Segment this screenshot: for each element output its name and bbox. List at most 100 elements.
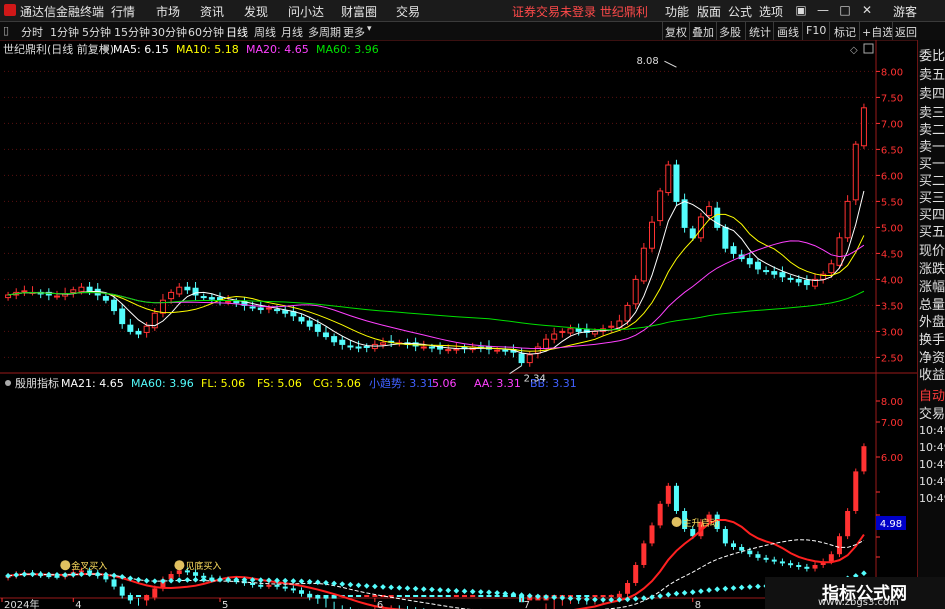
period-60min[interactable]: 60分钟: [188, 24, 224, 40]
sidebar-trade[interactable]: 交易: [919, 403, 945, 422]
sidebar-item-change-pct[interactable]: 涨幅: [919, 276, 945, 295]
candle-body[interactable]: [233, 300, 240, 304]
tool-multi-stock[interactable]: 多股: [719, 24, 741, 40]
candle-body[interactable]: [559, 330, 566, 333]
menu-function[interactable]: 功能: [665, 3, 689, 20]
candle-body[interactable]: [649, 221, 655, 249]
candle-body[interactable]: [722, 226, 729, 249]
candle-body[interactable]: [184, 286, 191, 291]
sidebar-item-change[interactable]: 涨跌: [919, 258, 945, 277]
candle-body[interactable]: [453, 348, 460, 351]
period-multi[interactable]: 多周期: [308, 24, 341, 40]
candle-body[interactable]: [730, 246, 737, 254]
menu-wealth-circle[interactable]: 财富圈: [341, 3, 377, 20]
candle-body[interactable]: [355, 346, 362, 349]
sidebar-item-outer-volume[interactable]: 外盘: [919, 311, 945, 330]
sidebar-item-price[interactable]: 现价: [919, 240, 945, 259]
candle-body[interactable]: [828, 263, 835, 274]
candle-body[interactable]: [298, 316, 305, 322]
kline-chart[interactable]: 8.00 7.50 7.00 6.50 6.00 5.50 5.00 4.50 4.00 3.50…: [0, 40, 917, 609]
candle-body[interactable]: [249, 306, 256, 309]
candle-body[interactable]: [754, 261, 761, 270]
candle-body[interactable]: [673, 164, 680, 202]
menu-layout[interactable]: 版面: [697, 3, 721, 20]
candle-body[interactable]: [111, 299, 118, 312]
candle-body[interactable]: [844, 200, 851, 239]
candle-body[interactable]: [168, 291, 175, 300]
maximize-panel-icon[interactable]: [863, 43, 874, 54]
candle-body[interactable]: [494, 349, 501, 352]
candle-body[interactable]: [608, 325, 615, 328]
tool-f10[interactable]: F10: [806, 24, 826, 37]
candle-body[interactable]: [78, 286, 85, 292]
candle-body[interactable]: [534, 346, 541, 354]
candle-body[interactable]: [53, 295, 60, 298]
candle-body[interactable]: [282, 310, 289, 314]
candle-body[interactable]: [591, 330, 598, 335]
period-1min[interactable]: 1分钟: [50, 24, 79, 40]
tool-overlay[interactable]: 叠加: [692, 24, 714, 40]
sidebar-item-ask5[interactable]: 卖五: [919, 64, 945, 83]
candle-body[interactable]: [706, 206, 713, 216]
candle-body[interactable]: [339, 339, 346, 345]
settings-gear-icon[interactable]: [5, 380, 11, 386]
candle-body[interactable]: [21, 290, 28, 293]
candle-body[interactable]: [225, 300, 232, 303]
menu-news[interactable]: 资讯: [200, 3, 224, 20]
candle-body[interactable]: [575, 328, 582, 332]
candle-body[interactable]: [200, 296, 207, 299]
window-minimize-icon[interactable]: —: [815, 2, 831, 18]
period-5min[interactable]: 5分钟: [82, 24, 111, 40]
candle-body[interactable]: [779, 272, 786, 278]
login-notice[interactable]: 证券交易未登录 世纪鼎利: [512, 3, 648, 20]
tool-draw-line[interactable]: 画线: [777, 24, 799, 40]
candle-body[interactable]: [803, 279, 810, 286]
candle-body[interactable]: [331, 336, 338, 343]
menu-ask[interactable]: 问小达: [288, 3, 324, 20]
candle-body[interactable]: [70, 289, 77, 293]
candle-body[interactable]: [640, 247, 647, 282]
more-chevron-down-icon[interactable]: ▾: [367, 24, 372, 34]
period-weekly[interactable]: 周线: [254, 24, 276, 40]
candle-body[interactable]: [526, 354, 533, 364]
candle-body[interactable]: [428, 346, 435, 349]
sidebar-item-earnings[interactable]: 收益: [919, 364, 945, 383]
sidebar-auto[interactable]: 自动: [919, 385, 945, 404]
period-30min[interactable]: 30分钟: [151, 24, 187, 40]
window-close-icon[interactable]: ✕: [859, 2, 875, 18]
menu-quotes[interactable]: 行情: [111, 3, 135, 20]
candle-body[interactable]: [632, 278, 639, 305]
sidebar-item-turnover[interactable]: 换手: [919, 329, 945, 348]
candle-body[interactable]: [135, 330, 142, 335]
tool-adjust[interactable]: 复权: [665, 24, 687, 40]
candle-body[interactable]: [380, 342, 387, 345]
user-guest[interactable]: 游客: [893, 3, 917, 20]
candle-body[interactable]: [5, 294, 12, 299]
candle-body[interactable]: [420, 346, 427, 349]
candle-body[interactable]: [518, 353, 525, 364]
candle-body[interactable]: [860, 107, 867, 147]
window-maximize-icon[interactable]: □: [837, 2, 853, 18]
candle-body[interactable]: [681, 199, 688, 228]
menu-market[interactable]: 市场: [156, 3, 180, 20]
tool-stats[interactable]: 统计: [749, 24, 771, 40]
candle-body[interactable]: [208, 297, 215, 300]
candle-body[interactable]: [567, 328, 574, 334]
candle-body[interactable]: [257, 307, 264, 311]
candle-body[interactable]: [347, 345, 354, 348]
period-monthly[interactable]: 月线: [281, 24, 303, 40]
candle-body[interactable]: [665, 164, 672, 194]
candle-body[interactable]: [119, 308, 126, 325]
sidebar-item-ask4[interactable]: 卖四: [919, 83, 945, 102]
menu-trade[interactable]: 交易: [396, 3, 420, 20]
candle-body[interactable]: [763, 270, 770, 273]
period-timeshare[interactable]: 分时: [21, 24, 43, 40]
candle-body[interactable]: [543, 338, 550, 350]
candle-body[interactable]: [689, 228, 696, 239]
candle-body[interactable]: [322, 332, 329, 338]
window-menu-icon[interactable]: ▣: [793, 2, 809, 18]
tool-back[interactable]: 返回: [895, 24, 917, 40]
candle-body[interactable]: [771, 271, 778, 275]
period-daily[interactable]: 日线: [226, 24, 248, 40]
menu-options[interactable]: 选项: [759, 3, 783, 20]
